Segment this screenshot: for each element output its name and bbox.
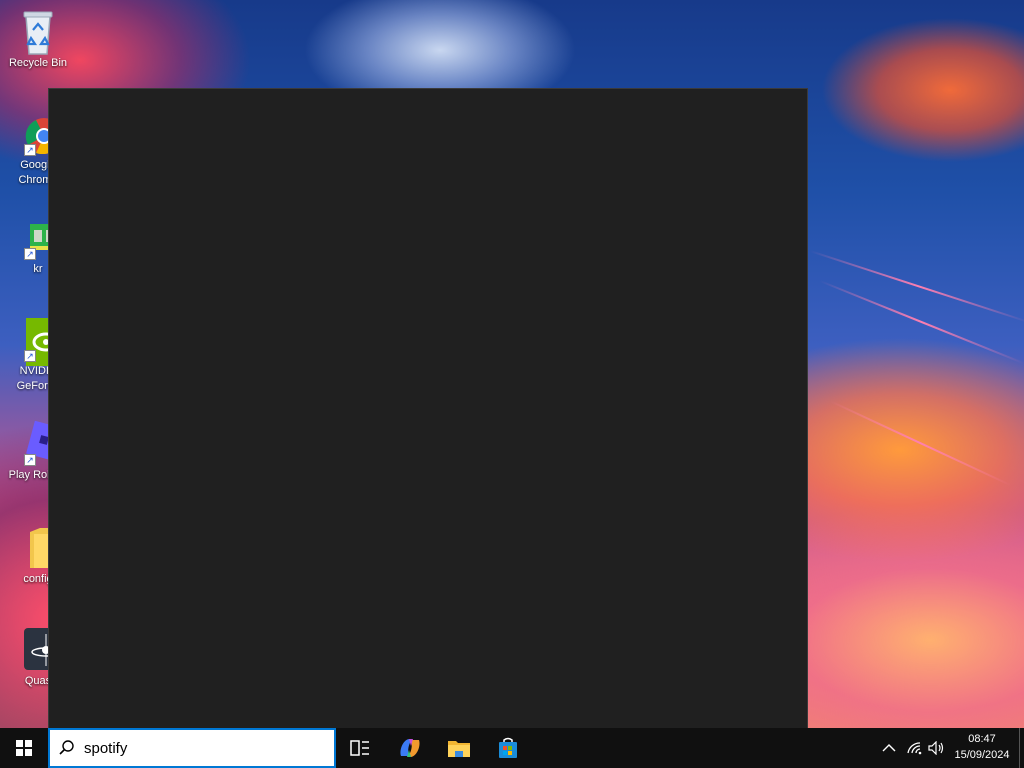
search-icon <box>50 739 84 757</box>
shortcut-arrow-icon: ↗ <box>24 248 36 260</box>
show-desktop-button[interactable] <box>1019 728 1024 768</box>
wallpaper-streak <box>809 250 1024 324</box>
network-icon <box>907 742 922 755</box>
taskbar: 08:47 15/09/2024 <box>0 728 1024 768</box>
wallpaper-streak <box>819 280 1024 365</box>
start-button[interactable] <box>0 728 48 768</box>
network-button[interactable] <box>904 728 924 768</box>
taskbar-clock[interactable]: 08:47 15/09/2024 <box>950 731 1014 763</box>
wallpaper-streak <box>829 400 1012 487</box>
microsoft-store-icon <box>499 737 517 758</box>
shortcut-arrow-icon: ↗ <box>24 144 36 156</box>
desktop-icon-recycle-bin[interactable]: Recycle Bin <box>4 8 72 71</box>
tray-overflow-button[interactable] <box>878 728 900 768</box>
windows-logo-icon <box>16 740 32 756</box>
file-explorer-icon <box>448 741 470 757</box>
shortcut-arrow-icon: ↗ <box>24 454 36 466</box>
search-results-panel[interactable] <box>48 88 808 728</box>
volume-button[interactable] <box>926 728 948 768</box>
task-view-button[interactable] <box>336 728 384 768</box>
clock-date: 15/09/2024 <box>954 749 1010 761</box>
desktop-icon-label: Recycle Bin <box>8 57 68 69</box>
search-input[interactable] <box>84 739 314 757</box>
recycle-bin-icon <box>16 8 60 55</box>
copilot-icon <box>400 739 420 757</box>
file-explorer-button[interactable] <box>435 728 483 768</box>
task-view-icon <box>350 740 369 756</box>
volume-icon <box>928 741 944 755</box>
shortcut-arrow-icon: ↗ <box>24 350 36 362</box>
chevron-up-icon <box>882 744 896 752</box>
microsoft-store-button[interactable] <box>484 728 532 768</box>
copilot-button[interactable] <box>386 728 434 768</box>
clock-time: 08:47 <box>968 733 996 745</box>
taskbar-search-box[interactable] <box>48 728 336 768</box>
